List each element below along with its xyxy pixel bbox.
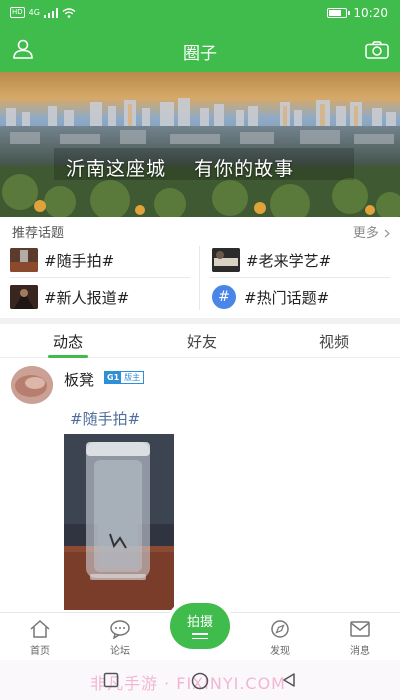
nav-forum[interactable]: 论坛: [90, 619, 150, 657]
feed-tabs: 动态 好友 视频: [0, 324, 400, 358]
status-bar: HD 4G 10:20: [0, 0, 400, 28]
nav-home[interactable]: 首页: [10, 619, 70, 657]
shoot-icon: [192, 633, 208, 639]
moderator-badge: G1 版主: [104, 371, 145, 384]
shoot-label: 拍摄: [186, 615, 213, 630]
compass-icon: [271, 620, 289, 638]
system-nav-bar: 非凡手游 · FIXINYI.COM: [0, 660, 400, 700]
badge-role: 版主: [124, 373, 141, 382]
shoot-button[interactable]: 拍摄: [170, 603, 230, 649]
topic-item-remenhuati[interactable]: # #热门话题#: [212, 283, 392, 311]
post-username[interactable]: 板凳: [64, 369, 94, 390]
home-icon: [30, 619, 50, 638]
post-photo[interactable]: [64, 434, 174, 610]
topic-label: #热门话题#: [244, 288, 330, 307]
back-icon[interactable]: [281, 672, 297, 688]
topic-label: #新人报道#: [44, 288, 130, 307]
post-topic-tag[interactable]: #随手拍#: [70, 408, 140, 429]
more-label: 更多: [352, 226, 379, 241]
city-skyline-image: [0, 72, 400, 217]
recommended-topics-header: 推荐话题 更多: [0, 217, 400, 243]
signal-icon: [43, 7, 58, 18]
tab-dongtai[interactable]: 动态: [28, 331, 108, 352]
topic-label: #随手拍#: [44, 251, 115, 270]
nav-messages[interactable]: 消息: [330, 619, 390, 657]
active-tab-indicator: [48, 355, 88, 358]
city-banner[interactable]: 沂南这座城 有你的故事: [0, 72, 400, 217]
camera-icon[interactable]: [365, 41, 389, 63]
nav-home-label: 首页: [30, 646, 50, 657]
nav-messages-label: 消息: [350, 646, 370, 657]
wifi-icon: [62, 7, 76, 18]
battery-icon: [327, 8, 351, 18]
topic-thumbnail: [212, 248, 240, 272]
chevron-right-icon: [384, 229, 390, 238]
hd-icon: HD: [10, 7, 25, 18]
topics-label: 推荐话题: [12, 226, 65, 241]
topic-item-xinrenbaodao[interactable]: #新人报道#: [10, 283, 190, 311]
top-nav-bar: 圈子: [0, 28, 400, 72]
status-left: HD 4G: [10, 7, 76, 18]
banner-caption: 沂南这座城 有你的故事: [66, 158, 295, 180]
divider: [199, 246, 200, 310]
recents-icon[interactable]: [103, 672, 119, 688]
hashtag-icon: #: [212, 285, 236, 309]
chat-bubble-icon: [110, 620, 130, 639]
topic-item-suishoupai[interactable]: #随手拍#: [10, 246, 190, 274]
status-right: 10:20: [327, 6, 388, 20]
more-topics-link[interactable]: 更多: [353, 222, 390, 241]
divider: [210, 277, 390, 278]
status-time: 10:20: [353, 6, 388, 20]
divider: [10, 277, 190, 278]
home-circle-icon[interactable]: [191, 672, 209, 690]
tab-shipin[interactable]: 视频: [294, 331, 374, 352]
mail-icon: [350, 621, 370, 637]
tab-haoyou[interactable]: 好友: [162, 331, 242, 352]
avatar[interactable]: [11, 366, 53, 404]
topic-thumbnail: [10, 248, 38, 272]
nav-discover[interactable]: 发现: [250, 619, 310, 657]
badge-level: G1: [105, 372, 122, 383]
watermark: 非凡手游 · FIXINYI.COM: [90, 674, 286, 693]
nav-forum-label: 论坛: [110, 646, 130, 657]
page-title: 圈子: [183, 44, 217, 64]
topic-thumbnail: [10, 285, 38, 309]
topic-item-laolaixueyi[interactable]: #老来学艺#: [212, 246, 392, 274]
network-type: 4G: [28, 8, 40, 17]
topic-label: #老来学艺#: [246, 251, 332, 270]
nav-discover-label: 发现: [270, 646, 290, 657]
